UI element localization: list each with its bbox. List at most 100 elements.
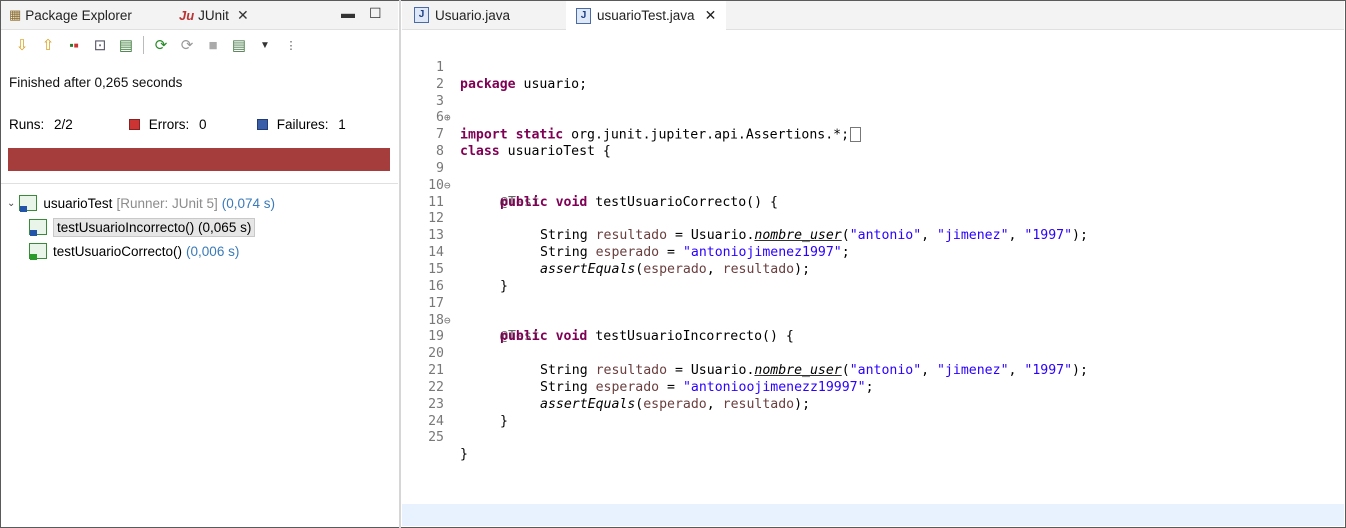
test-passed-icon — [29, 243, 47, 260]
show-failures-only-icon[interactable]: ▪ ■ — [65, 36, 83, 54]
code-line: 20 String resultado = Usuario.nombre_use… — [402, 329, 1088, 378]
variable: esperado — [595, 245, 660, 261]
code-line: 9 ⊖ @Test — [402, 144, 540, 210]
code-text: , — [1008, 363, 1025, 379]
tree-root-name: usuarioTest — [43, 195, 113, 211]
variable: resultado — [595, 363, 668, 379]
code-line: 2 — [402, 60, 450, 92]
test-run-history-icon[interactable]: ▤ — [230, 36, 248, 54]
minimize-icon[interactable]: ▬ — [341, 5, 355, 21]
code-text: usuario; — [515, 76, 588, 92]
keyword: import static — [460, 127, 564, 143]
tab-package-explorer[interactable]: ▦ Package Explorer — [9, 1, 132, 29]
method-call: assertEquals — [540, 261, 636, 277]
code-line: 25 } — [402, 414, 468, 462]
tab-junit[interactable]: Ju JUnit ✕ — [179, 1, 249, 29]
progress-bar — [8, 148, 390, 171]
tab-usuario-java[interactable]: J Usuario.java — [414, 1, 510, 29]
errors-label: Errors: — [148, 117, 190, 132]
code-text: String — [540, 379, 596, 395]
current-line-highlight — [402, 504, 1344, 526]
scroll-lock-icon[interactable]: ⊡ — [91, 36, 109, 54]
code-text: ( — [841, 363, 850, 379]
chevron-down-icon[interactable]: ▼ — [256, 36, 274, 54]
code-line: 22 assertEquals(esperado, resultado); — [402, 363, 810, 412]
code-area[interactable]: 1 package usuario; 2 3 ⊕ import static o… — [402, 43, 1088, 462]
code-text: ); — [794, 396, 811, 412]
code-text: } — [500, 413, 508, 429]
code-text: String — [540, 363, 596, 379]
rerun-test-icon[interactable]: ⟳ — [152, 36, 170, 54]
folded-code-marker[interactable] — [850, 127, 862, 143]
code-editor: J Usuario.java J usuarioTest.java ✕ 1 pa… — [402, 1, 1344, 527]
editor-tab-bar: J Usuario.java J usuarioTest.java ✕ — [402, 1, 1344, 30]
runs-value: 2/2 — [54, 117, 73, 132]
string-literal: "antonioojimenezz19997" — [682, 379, 866, 395]
code-line: 23 } — [402, 380, 508, 429]
run-status-text: Finished after 0,265 seconds — [9, 75, 183, 90]
string-literal: "1997" — [1024, 363, 1073, 379]
show-skipped-icon[interactable]: ▤ — [117, 36, 135, 54]
next-failure-icon[interactable]: ⇩ — [13, 36, 31, 54]
code-line: 7 class usuarioTest { — [402, 110, 611, 159]
test-suite-icon — [19, 195, 38, 212]
stop-icon[interactable]: ■ — [204, 36, 222, 54]
code-text: ); — [1072, 228, 1088, 244]
string-literal: "antonio" — [849, 228, 922, 244]
string-literal: "jimenez" — [937, 228, 1009, 244]
tab-usuariotest-java[interactable]: J usuarioTest.java ✕ — [566, 1, 727, 30]
close-icon[interactable]: ✕ — [237, 7, 249, 24]
errors-counter: Errors: 0 — [129, 117, 257, 132]
rerun-failed-first-icon[interactable]: ⟳ — [178, 36, 196, 54]
view-menu-icon[interactable]: ⋮ — [282, 36, 300, 54]
code-text: usuarioTest { — [499, 144, 611, 160]
code-line: 13 String esperado = "antoniojimenez1997… — [402, 211, 850, 260]
line-number: 25 — [428, 430, 444, 446]
code-line: 6 — [402, 94, 450, 125]
errors-value: 0 — [199, 117, 207, 132]
code-text: testUsuarioIncorrecto() { — [587, 329, 794, 345]
tree-root-usuariotest[interactable]: ⌄ usuarioTest [Runner: JUnit 5] (0,074 s… — [7, 191, 275, 215]
previous-failure-icon[interactable]: ⇧ — [39, 36, 57, 54]
code-text: , — [706, 261, 723, 277]
keyword: public void — [500, 329, 588, 345]
code-text: String — [540, 228, 596, 244]
code-text: = — [659, 379, 683, 395]
code-text: org.junit.jupiter.api.Assertions.*; — [563, 127, 850, 143]
failure-icon — [257, 118, 268, 130]
tree-item-label: testUsuarioIncorrecto() (0,065 s) — [53, 217, 256, 237]
maximize-icon[interactable]: ☐ — [369, 5, 382, 22]
test-failed-icon — [29, 219, 47, 236]
runs-counter: Runs: 2/2 — [9, 117, 129, 132]
code-text: } — [460, 447, 468, 463]
test-counters: Runs: 2/2 Errors: 0 Failures: 1 — [9, 117, 389, 132]
code-text: ; — [865, 379, 874, 395]
code-text: ; — [841, 245, 850, 261]
failures-value: 1 — [338, 117, 346, 132]
string-literal: "antonio" — [849, 363, 922, 379]
string-literal: "jimenez" — [937, 363, 1009, 379]
code-line: 19 — [402, 313, 450, 344]
error-icon — [129, 118, 140, 130]
variable: esperado — [643, 261, 707, 277]
code-text: } — [500, 278, 508, 294]
code-line: 12 String resultado = Usuario.nombre_use… — [402, 195, 1088, 243]
panel-divider[interactable] — [399, 0, 401, 528]
code-text: , — [1008, 228, 1025, 244]
code-line: 18 public void testUsuarioIncorrecto() { — [402, 296, 794, 345]
tree-item-testusuariocorrecto[interactable]: testUsuarioCorrecto() (0,006 s) — [7, 239, 275, 263]
tree-item-testusuarioincorrecto[interactable]: testUsuarioIncorrecto() (0,065 s) — [7, 215, 275, 239]
failures-counter: Failures: 1 — [257, 117, 346, 132]
chevron-down-icon[interactable]: ⌄ — [7, 198, 15, 209]
tab-label: usuarioTest.java — [597, 8, 695, 23]
code-text: , — [706, 396, 723, 412]
runs-label: Runs: — [9, 117, 45, 132]
close-icon[interactable]: ✕ — [705, 7, 717, 24]
code-text: testUsuarioCorrecto() { — [587, 194, 778, 210]
code-text: String — [540, 245, 596, 261]
code-line: 17 ⊖ @Test — [402, 279, 540, 345]
code-line: 10 public void testUsuarioCorrecto() { — [402, 161, 778, 210]
method-call: nombre_user — [754, 363, 842, 379]
variable: resultado — [722, 396, 795, 412]
code-text: , — [921, 363, 938, 379]
